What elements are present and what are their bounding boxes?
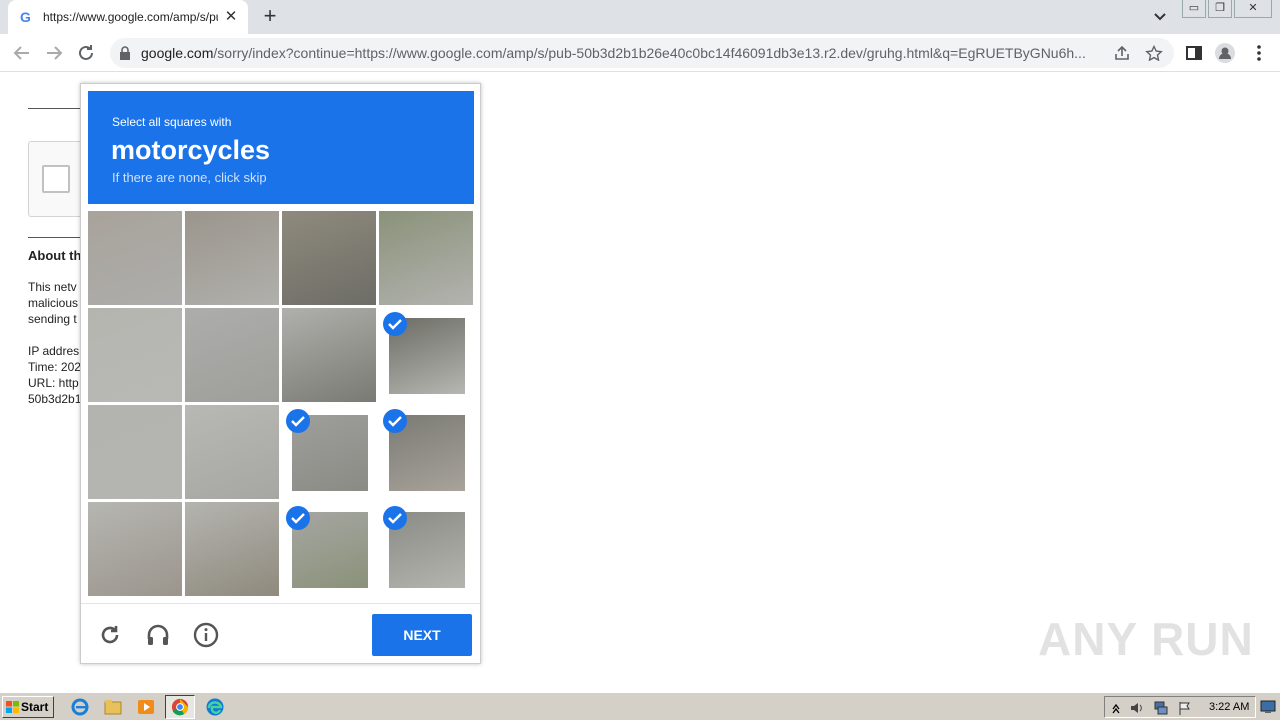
captcha-image-grid — [88, 211, 474, 597]
chrome-taskbar-button[interactable] — [165, 695, 195, 719]
windows-flag-icon — [6, 701, 19, 713]
browser-toolbar: google.com/sorry/index?continue=https://… — [0, 34, 1280, 72]
captcha-tile-image — [88, 502, 182, 596]
captcha-tile-image — [88, 211, 182, 305]
about-heading: About th — [28, 248, 82, 263]
captcha-challenge-dialog: Select all squares with motorcycles If t… — [80, 83, 481, 664]
captcha-tile-image — [379, 211, 473, 305]
captcha-tile-image — [185, 308, 279, 402]
captcha-tile[interactable] — [88, 405, 182, 499]
divider — [28, 108, 80, 109]
info-help-icon[interactable] — [193, 622, 219, 648]
back-button[interactable] — [10, 41, 34, 65]
captcha-tile[interactable] — [185, 502, 279, 596]
edge-icon[interactable] — [205, 697, 225, 717]
selected-check-icon — [383, 409, 407, 433]
reload-button[interactable] — [74, 41, 98, 65]
tab-title: https://www.google.com/amp/s/pub-50b3d2b… — [43, 10, 218, 24]
captcha-tile-image — [88, 405, 182, 499]
internet-explorer-icon[interactable] — [70, 697, 90, 717]
url-host: google.com — [141, 45, 214, 61]
url-path: /sorry/index?continue=https://www.google… — [213, 45, 1086, 61]
captcha-tile[interactable] — [282, 308, 376, 402]
network-icon[interactable] — [1153, 700, 1169, 716]
captcha-tile[interactable] — [88, 211, 182, 305]
url-text: google.com/sorry/index?continue=https://… — [141, 45, 1121, 61]
captcha-tile[interactable] — [379, 308, 473, 402]
browser-tab[interactable]: G https://www.google.com/amp/s/pub-50b3d… — [8, 0, 248, 34]
captcha-tile[interactable] — [185, 308, 279, 402]
selected-check-icon — [286, 506, 310, 530]
start-button[interactable]: Start — [2, 696, 54, 718]
windows-taskbar: Start 3:22 AM — [0, 692, 1280, 720]
back-arrow-icon — [13, 46, 29, 60]
captcha-tile-image — [282, 308, 376, 402]
selected-check-icon — [383, 312, 407, 336]
captcha-tile[interactable] — [379, 502, 473, 596]
info-line: URL: http — [28, 376, 79, 390]
captcha-tile[interactable] — [282, 405, 376, 499]
lock-icon — [120, 46, 130, 60]
anyrun-watermark: ANY RUN — [1038, 613, 1254, 665]
divider — [28, 237, 80, 238]
audio-challenge-icon[interactable] — [145, 622, 171, 648]
chrome-icon — [171, 698, 189, 716]
captcha-tile[interactable] — [185, 405, 279, 499]
captcha-header: Select all squares with motorcycles If t… — [88, 91, 474, 204]
info-line: 50b3d2b1 — [28, 392, 82, 406]
captcha-tile[interactable] — [379, 211, 473, 305]
captcha-target-object: motorcycles — [111, 135, 271, 165]
tab-close-icon[interactable]: ✕ — [222, 8, 240, 26]
recaptcha-widget[interactable] — [28, 141, 88, 217]
tray-expand-icon[interactable] — [1111, 701, 1121, 715]
captcha-tile[interactable] — [88, 502, 182, 596]
tab-search-icon[interactable] — [1150, 8, 1170, 26]
show-desktop-icon[interactable] — [1260, 700, 1276, 714]
next-button[interactable]: NEXT — [372, 614, 472, 656]
google-favicon-icon: G — [20, 9, 31, 25]
media-player-icon[interactable] — [136, 697, 156, 717]
minimize-button[interactable]: ▭ — [1182, 0, 1206, 18]
captcha-tile-image — [282, 211, 376, 305]
selected-check-icon — [383, 506, 407, 530]
forward-button[interactable] — [42, 41, 66, 65]
captcha-tile-image — [88, 308, 182, 402]
recaptcha-checkbox[interactable] — [42, 165, 70, 193]
captcha-tile-image — [185, 211, 279, 305]
captcha-tile-image — [185, 405, 279, 499]
captcha-tile[interactable] — [282, 502, 376, 596]
captcha-tile[interactable] — [185, 211, 279, 305]
close-window-button[interactable]: ✕ — [1234, 0, 1272, 18]
action-center-flag-icon[interactable] — [1177, 700, 1193, 716]
selected-check-icon — [286, 409, 310, 433]
info-line: Time: 202 — [28, 360, 81, 374]
captcha-footer: NEXT — [81, 603, 480, 664]
menu-kebab-icon[interactable] — [1249, 43, 1269, 63]
about-line: malicious — [28, 296, 79, 310]
captcha-tile[interactable] — [379, 405, 473, 499]
volume-icon[interactable] — [1129, 700, 1145, 716]
reload-challenge-icon[interactable] — [97, 622, 123, 648]
new-tab-button[interactable]: + — [258, 5, 282, 29]
tab-strip: G https://www.google.com/amp/s/pub-50b3d… — [0, 0, 1280, 34]
forward-arrow-icon — [47, 46, 63, 60]
captcha-tile[interactable] — [282, 211, 376, 305]
start-label: Start — [21, 700, 49, 714]
reload-icon — [79, 45, 93, 60]
about-line: sending t — [28, 312, 77, 326]
captcha-skip-hint: If there are none, click skip — [112, 170, 267, 185]
bookmark-star-icon[interactable] — [1145, 45, 1163, 61]
captcha-tile[interactable] — [88, 308, 182, 402]
about-line: This netv — [28, 280, 77, 294]
restore-button[interactable]: ❐ — [1208, 0, 1232, 18]
profile-avatar-icon[interactable] — [1215, 43, 1235, 63]
taskbar-clock: 3:22 AM — [1209, 701, 1250, 713]
captcha-tile-image — [185, 502, 279, 596]
address-bar[interactable]: google.com/sorry/index?continue=https://… — [110, 38, 1174, 68]
captcha-instruction: Select all squares with — [112, 115, 232, 129]
share-icon[interactable] — [1113, 45, 1131, 61]
side-panel-icon[interactable] — [1184, 43, 1204, 63]
file-explorer-icon[interactable] — [103, 697, 123, 717]
info-line: IP addres — [28, 344, 80, 358]
